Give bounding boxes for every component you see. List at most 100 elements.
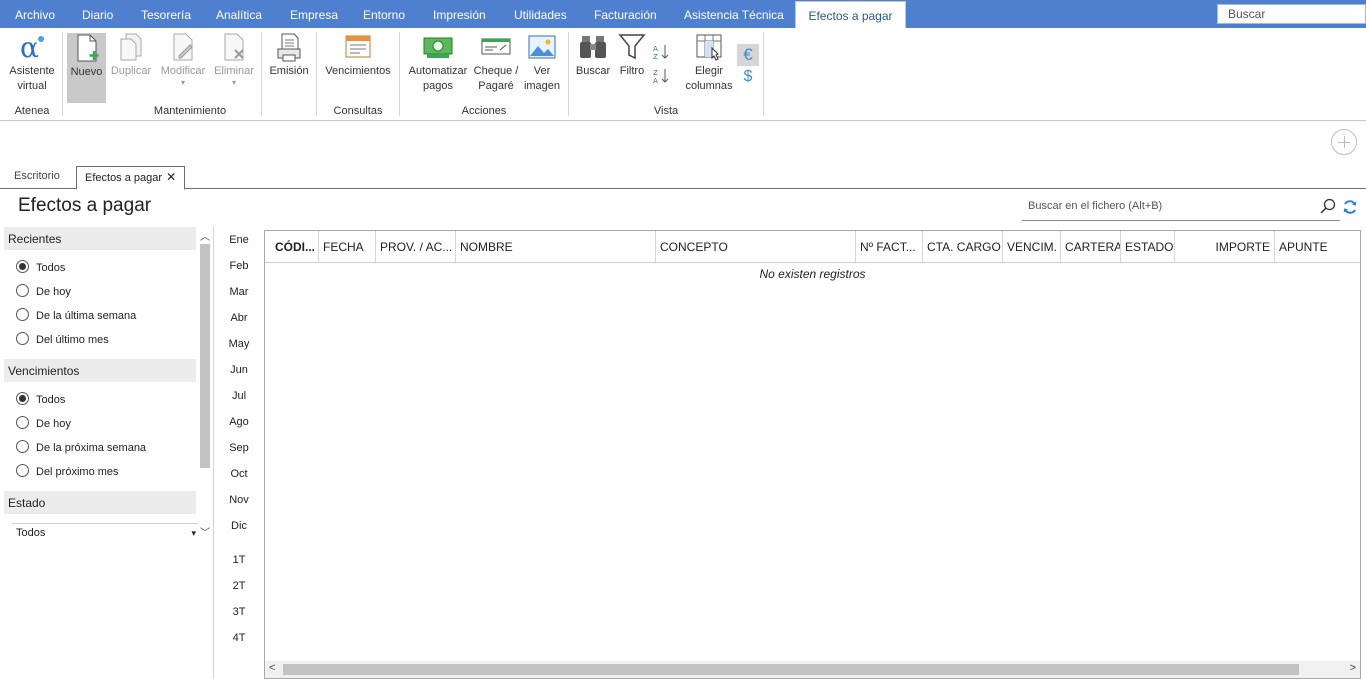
- tab-efectos-a-pagar[interactable]: Efectos a pagar ✕: [76, 166, 186, 190]
- modificar-button[interactable]: Modificar ▾: [157, 32, 209, 87]
- sort-az-icon: AZ: [653, 45, 671, 63]
- quarter-3t[interactable]: 3T: [220, 606, 258, 618]
- file-search-placeholder: Buscar en el fichero (Alt+B): [1028, 200, 1163, 212]
- ver-imagen-button[interactable]: Ver imagen: [521, 32, 563, 94]
- money-bills-icon: [423, 32, 453, 62]
- sort-ascending-button[interactable]: AZ: [652, 44, 672, 65]
- recientes-option-todos[interactable]: Todos: [16, 260, 65, 276]
- column-cartera[interactable]: CARTERA: [1061, 231, 1121, 262]
- month-ago[interactable]: Ago: [220, 416, 258, 428]
- buscar-label: Buscar: [575, 65, 611, 77]
- tab-escritorio[interactable]: Escritorio: [14, 166, 60, 189]
- column-apunte[interactable]: APUNTE: [1275, 231, 1360, 262]
- vencimientos-label: Vencimientos: [325, 65, 391, 77]
- column-estado[interactable]: ESTADO: [1121, 231, 1175, 262]
- group-atenea-label: Atenea: [14, 105, 50, 117]
- quarter-2t[interactable]: 2T: [220, 580, 258, 592]
- add-panel-icon[interactable]: [1331, 129, 1357, 155]
- scrollbar-thumb[interactable]: [200, 244, 210, 468]
- search-icon[interactable]: [1320, 198, 1336, 214]
- quarter-4t[interactable]: 4T: [220, 632, 258, 644]
- chevron-up-icon[interactable]: ︿: [200, 228, 210, 243]
- duplicar-button[interactable]: Duplicar: [108, 32, 154, 79]
- radio-selected-icon: [16, 392, 29, 405]
- sort-descending-button[interactable]: ZA: [652, 68, 672, 89]
- group-acciones-label: Acciones: [461, 105, 507, 117]
- menu-analitica[interactable]: Analítica: [216, 0, 262, 28]
- buscar-button[interactable]: Buscar: [573, 32, 613, 79]
- month-abr[interactable]: Abr: [220, 312, 258, 324]
- column-nombre[interactable]: NOMBRE: [456, 231, 656, 262]
- column-concepto[interactable]: CONCEPTO: [656, 231, 856, 262]
- file-search-input[interactable]: Buscar en el fichero (Alt+B): [1022, 196, 1340, 221]
- menu-empresa[interactable]: Empresa: [290, 0, 338, 28]
- edit-document-icon: [168, 32, 198, 62]
- close-icon[interactable]: ✕: [166, 170, 176, 184]
- month-jun[interactable]: Jun: [220, 364, 258, 376]
- svg-text:A: A: [653, 77, 658, 84]
- vencimientos-option-proxima-semana[interactable]: De la próxima semana: [16, 440, 146, 456]
- recientes-option-de-hoy[interactable]: De hoy: [16, 284, 71, 300]
- euro-currency-button[interactable]: €: [737, 44, 759, 66]
- refresh-icon[interactable]: [1342, 199, 1358, 215]
- month-ene[interactable]: Ene: [220, 234, 258, 246]
- estado-header[interactable]: Estado: [4, 491, 196, 514]
- column-codigo[interactable]: CÓDI...: [265, 231, 319, 262]
- recientes-option-ultima-semana[interactable]: De la última semana: [16, 308, 136, 324]
- chevron-right-icon[interactable]: >: [1350, 662, 1356, 674]
- chevron-down-icon: ▾: [191, 528, 196, 538]
- nuevo-button[interactable]: Nuevo: [67, 33, 106, 103]
- quarter-1t[interactable]: 1T: [220, 554, 258, 566]
- global-search-input[interactable]: Buscar: [1217, 4, 1366, 24]
- month-may[interactable]: May: [220, 338, 258, 350]
- month-sep[interactable]: Sep: [220, 442, 258, 454]
- estado-select[interactable]: Todos ▾: [12, 523, 198, 540]
- column-cta-cargo[interactable]: CTA. CARGO: [923, 231, 1003, 262]
- emision-button[interactable]: Emisión: [266, 32, 312, 79]
- vencimientos-option-de-hoy[interactable]: De hoy: [16, 416, 71, 432]
- cheque-pagare-button[interactable]: Cheque / Pagaré: [473, 32, 519, 94]
- month-nov[interactable]: Nov: [220, 494, 258, 506]
- vencimientos-option-proximo-mes[interactable]: Del próximo mes: [16, 464, 119, 480]
- scrollbar-thumb[interactable]: [283, 664, 1299, 675]
- chevron-down-icon[interactable]: ﹀: [200, 524, 210, 539]
- radio-icon: [16, 332, 29, 345]
- top-menu-bar: Archivo Diario Tesorería Analítica Empre…: [0, 0, 1366, 28]
- recientes-option-ultimo-mes[interactable]: Del último mes: [16, 332, 109, 348]
- menu-impresion[interactable]: Impresión: [433, 0, 486, 28]
- asistente-virtual-button[interactable]: α Asistente virtual: [5, 31, 59, 94]
- column-vencimiento[interactable]: VENCIM.: [1003, 231, 1061, 262]
- eliminar-button[interactable]: Eliminar ▾: [211, 32, 257, 87]
- month-oct[interactable]: Oct: [220, 468, 258, 480]
- menu-utilidades[interactable]: Utilidades: [514, 0, 567, 28]
- column-proveedor[interactable]: PROV. / AC...: [376, 231, 456, 262]
- filtro-button[interactable]: Filtro: [615, 32, 649, 79]
- menu-facturacion[interactable]: Facturación: [594, 0, 657, 28]
- column-importe[interactable]: IMPORTE: [1175, 231, 1275, 262]
- menu-asistencia-tecnica[interactable]: Asistencia Técnica: [684, 0, 784, 28]
- dollar-currency-button[interactable]: $: [737, 67, 759, 87]
- month-jul[interactable]: Jul: [220, 390, 258, 402]
- chevron-left-icon[interactable]: <: [269, 662, 275, 674]
- vencimientos-option-todos[interactable]: Todos: [16, 392, 65, 408]
- svg-text:A: A: [653, 45, 658, 53]
- column-num-factura[interactable]: Nº FACT...: [856, 231, 923, 262]
- vencimientos-button[interactable]: Vencimientos: [321, 32, 395, 79]
- filter-panel-scrollbar[interactable]: ︿ ﹀: [197, 226, 213, 540]
- month-feb[interactable]: Feb: [220, 260, 258, 272]
- grid-horizontal-scrollbar[interactable]: < >: [265, 661, 1360, 678]
- menu-entorno[interactable]: Entorno: [363, 0, 405, 28]
- menu-archivo[interactable]: Archivo: [15, 0, 55, 28]
- menu-diario[interactable]: Diario: [82, 0, 113, 28]
- month-mar[interactable]: Mar: [220, 286, 258, 298]
- month-dic[interactable]: Dic: [220, 520, 258, 532]
- menu-tesoreria[interactable]: Tesorería: [141, 0, 191, 28]
- vencimientos-header[interactable]: Vencimientos: [4, 359, 196, 382]
- elegir-columnas-button[interactable]: Elegir columnas: [682, 32, 736, 94]
- recientes-header[interactable]: Recientes: [4, 227, 196, 250]
- ribbon-separator: [568, 32, 569, 116]
- menu-efectos-a-pagar[interactable]: Efectos a pagar: [795, 1, 906, 28]
- automatizar-pagos-button[interactable]: Automatizar pagos: [404, 32, 472, 94]
- automatizar-pagos-label: Automatizar pagos: [408, 65, 468, 92]
- column-fecha[interactable]: FECHA: [319, 231, 376, 262]
